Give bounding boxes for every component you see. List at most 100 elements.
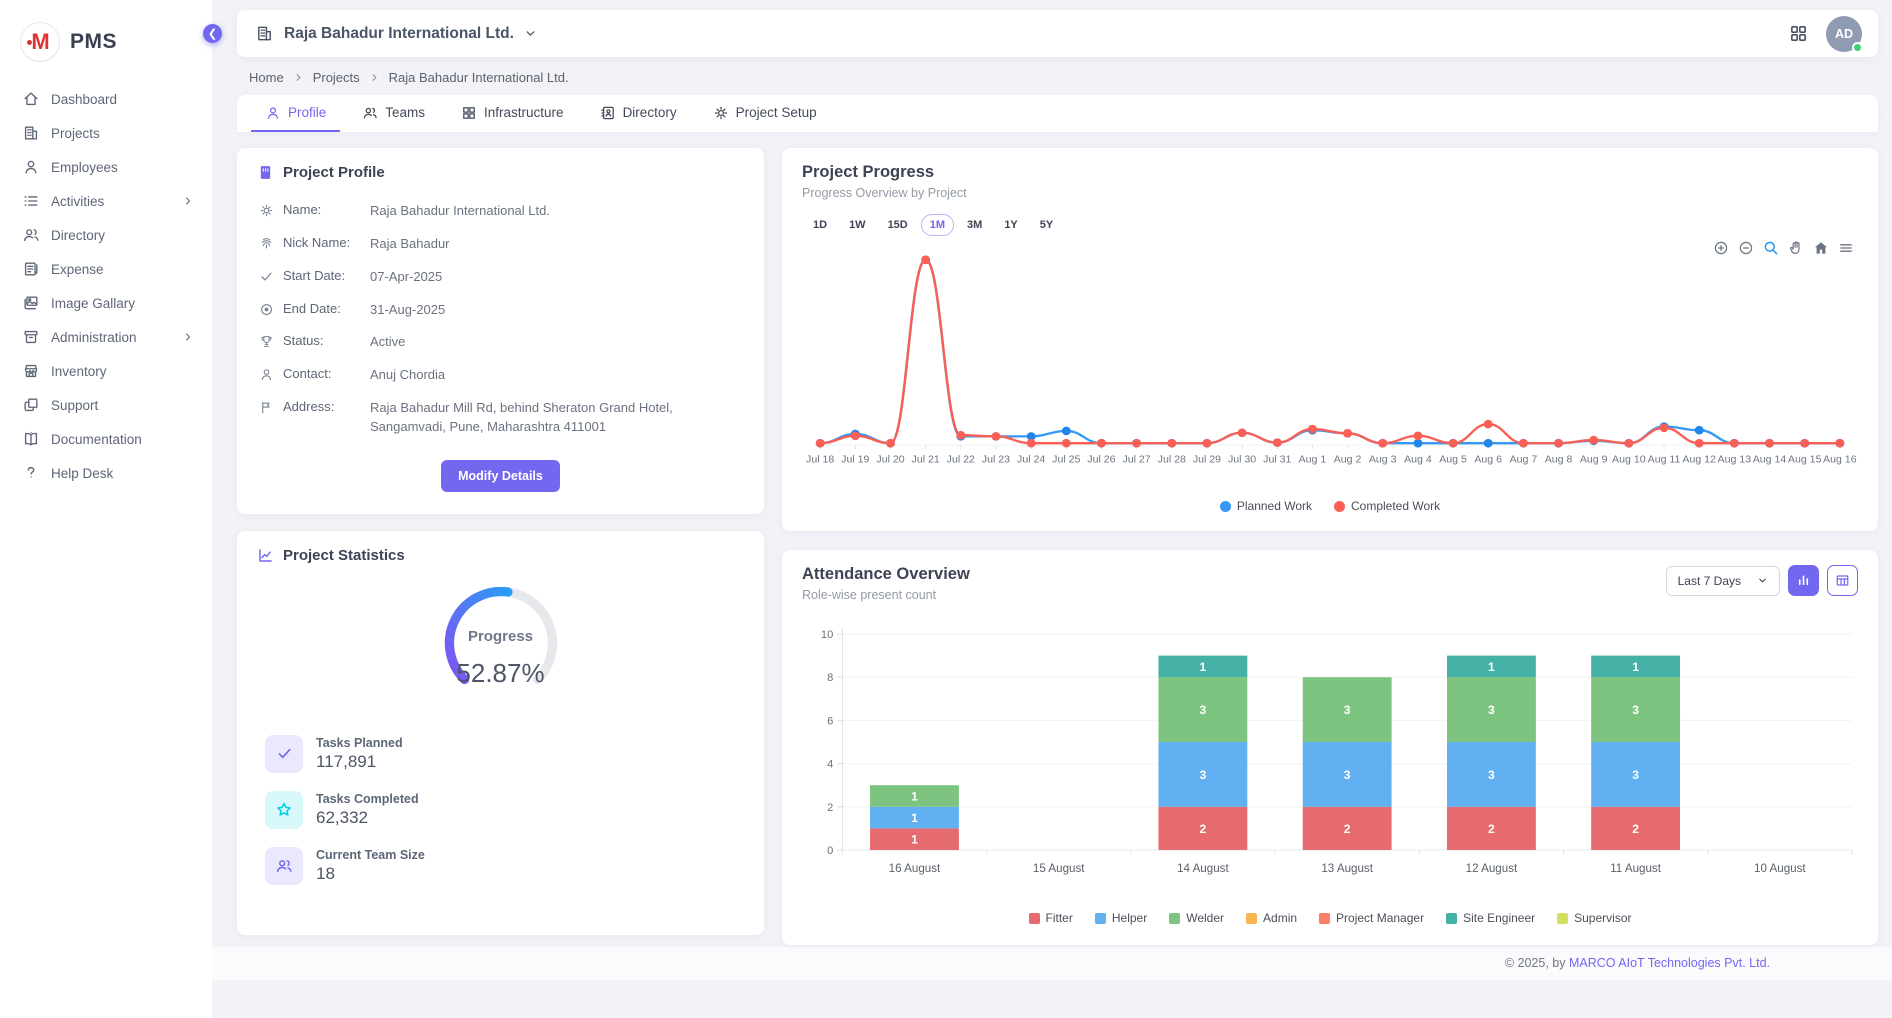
- stat-tasks-completed: Tasks Completed 62,332: [257, 782, 744, 838]
- reset-home-icon[interactable]: [1813, 240, 1829, 256]
- legend-label: Fitter: [1046, 911, 1073, 925]
- company-selector[interactable]: Raja Bahadur International Ltd.: [255, 24, 537, 43]
- legend-item-project-manager[interactable]: Project Manager: [1319, 911, 1424, 925]
- progress-line-chart[interactable]: Jul 18Jul 19Jul 20Jul 21Jul 22Jul 23Jul …: [802, 238, 1858, 490]
- sidebar-item-employees[interactable]: Employees: [6, 150, 206, 184]
- breadcrumb: Home Projects Raja Bahadur International…: [237, 57, 1878, 95]
- sidebar-item-inventory[interactable]: Inventory: [6, 354, 206, 388]
- archive-icon: [22, 328, 40, 346]
- range-button-1m[interactable]: 1M: [921, 214, 954, 236]
- chart-toolbar: [1713, 240, 1854, 256]
- legend-item-helper[interactable]: Helper: [1095, 911, 1147, 925]
- range-button-5y[interactable]: 5Y: [1031, 214, 1062, 236]
- sidebar-item-documentation[interactable]: Documentation: [6, 422, 206, 456]
- tab-profile[interactable]: Profile: [251, 95, 340, 132]
- legend-item-fitter[interactable]: Fitter: [1029, 911, 1073, 925]
- tab-teams[interactable]: Teams: [348, 95, 439, 132]
- user-avatar[interactable]: AD: [1826, 16, 1862, 52]
- sidebar-item-label: Directory: [51, 228, 105, 243]
- svg-text:Aug 7: Aug 7: [1510, 455, 1538, 466]
- breadcrumb-current: Raja Bahadur International Ltd.: [389, 70, 569, 85]
- attendance-bar-chart[interactable]: 024681011116 August15 August233114 Augus…: [802, 602, 1858, 902]
- table-view-button[interactable]: [1827, 565, 1858, 596]
- gauge-label: Progress: [434, 628, 568, 645]
- sidebar-item-administration[interactable]: Administration: [6, 320, 206, 354]
- svg-text:16 August: 16 August: [889, 863, 941, 875]
- breadcrumb-home[interactable]: Home: [249, 70, 284, 85]
- range-button-15d[interactable]: 15D: [879, 214, 917, 236]
- sidebar-item-label: Help Desk: [51, 466, 113, 481]
- svg-text:Aug 3: Aug 3: [1369, 455, 1397, 466]
- sidebar-item-image-gallery[interactable]: Image Gallary: [6, 286, 206, 320]
- field-value: Raja Bahadur Mill Rd, behind Sheraton Gr…: [370, 399, 744, 437]
- field-value: 07-Apr-2025: [370, 268, 442, 287]
- main-content: Raja Bahadur International Ltd. AD Home …: [212, 0, 1892, 1018]
- sidebar-item-label: Projects: [51, 126, 100, 141]
- sidebar-item-support[interactable]: Support: [6, 388, 206, 422]
- range-button-3m[interactable]: 3M: [958, 214, 991, 236]
- range-button-1d[interactable]: 1D: [804, 214, 836, 236]
- legend-item-site-engineer[interactable]: Site Engineer: [1446, 911, 1535, 925]
- check-icon: [259, 269, 274, 284]
- app-logo[interactable]: M PMS: [0, 14, 212, 78]
- legend-item-welder[interactable]: Welder: [1169, 911, 1224, 925]
- star-icon: [275, 801, 293, 819]
- modify-details-button[interactable]: Modify Details: [441, 460, 560, 492]
- sidebar-item-dashboard[interactable]: Dashboard: [6, 82, 206, 116]
- sidebar-item-label: Image Gallary: [51, 296, 135, 311]
- sidebar-item-help-desk[interactable]: Help Desk: [6, 456, 206, 490]
- legend-item-planned-work[interactable]: Planned Work: [1220, 499, 1312, 513]
- stat-label: Tasks Completed: [316, 792, 419, 806]
- sidebar-item-projects[interactable]: Projects: [6, 116, 206, 150]
- svg-text:3: 3: [1200, 703, 1207, 717]
- apps-grid-button[interactable]: [1789, 24, 1808, 43]
- svg-text:2: 2: [1200, 822, 1207, 836]
- svg-text:Jul 27: Jul 27: [1122, 455, 1150, 466]
- field-label: Status:: [283, 333, 361, 348]
- sidebar-item-activities[interactable]: Activities: [6, 184, 206, 218]
- tab-infrastructure[interactable]: Infrastructure: [447, 95, 578, 132]
- svg-text:1: 1: [911, 833, 918, 847]
- range-button-1y[interactable]: 1Y: [995, 214, 1026, 236]
- field-value: 31-Aug-2025: [370, 301, 445, 320]
- tab-directory[interactable]: Directory: [586, 95, 691, 132]
- legend-item-admin[interactable]: Admin: [1246, 911, 1297, 925]
- sidebar-collapse-button[interactable]: ❮: [203, 24, 222, 43]
- legend-item-completed-work[interactable]: Completed Work: [1334, 499, 1440, 513]
- svg-text:Jul 29: Jul 29: [1193, 455, 1221, 466]
- chart-subtitle: Role-wise present count: [802, 588, 970, 602]
- svg-text:13 August: 13 August: [1321, 863, 1373, 875]
- legend-swatch: [1169, 913, 1180, 924]
- legend-label: Project Manager: [1336, 911, 1424, 925]
- gauge-value: 52.87%: [434, 658, 568, 689]
- date-range-select[interactable]: Last 7 Days: [1666, 566, 1780, 596]
- legend-swatch: [1557, 913, 1568, 924]
- svg-text:3: 3: [1488, 768, 1495, 782]
- company-link[interactable]: MARCO AIoT Technologies Pvt. Ltd.: [1569, 956, 1770, 970]
- team-icon: [275, 857, 293, 875]
- bar-view-button[interactable]: [1788, 565, 1819, 596]
- selection-zoom-icon[interactable]: [1763, 240, 1779, 256]
- tab-project-setup[interactable]: Project Setup: [699, 95, 831, 132]
- legend-item-supervisor[interactable]: Supervisor: [1557, 911, 1631, 925]
- people-icon: [362, 105, 378, 121]
- people-icon: [22, 226, 40, 244]
- sidebar-item-expense[interactable]: Expense: [6, 252, 206, 286]
- tab-label: Directory: [623, 105, 677, 120]
- svg-text:3: 3: [1200, 768, 1207, 782]
- svg-text:0: 0: [827, 845, 833, 857]
- menu-icon[interactable]: [1838, 240, 1854, 256]
- field-nickname: Nick Name: Raja Bahadur: [257, 228, 744, 261]
- svg-text:2: 2: [1344, 822, 1351, 836]
- range-button-1w[interactable]: 1W: [840, 214, 875, 236]
- sidebar-item-directory[interactable]: Directory: [6, 218, 206, 252]
- zoom-out-icon[interactable]: [1738, 240, 1754, 256]
- footer: © 2025, by MARCO AIoT Technologies Pvt. …: [212, 947, 1892, 980]
- zoom-in-icon[interactable]: [1713, 240, 1729, 256]
- pan-icon[interactable]: [1788, 240, 1804, 256]
- breadcrumb-projects[interactable]: Projects: [313, 70, 360, 85]
- svg-text:3: 3: [1632, 703, 1639, 717]
- sidebar: M PMS Dashboard Projects Employees Activ…: [0, 0, 212, 1018]
- project-progress-card: Project Progress Progress Overview by Pr…: [782, 148, 1878, 531]
- svg-text:Jul 30: Jul 30: [1228, 455, 1256, 466]
